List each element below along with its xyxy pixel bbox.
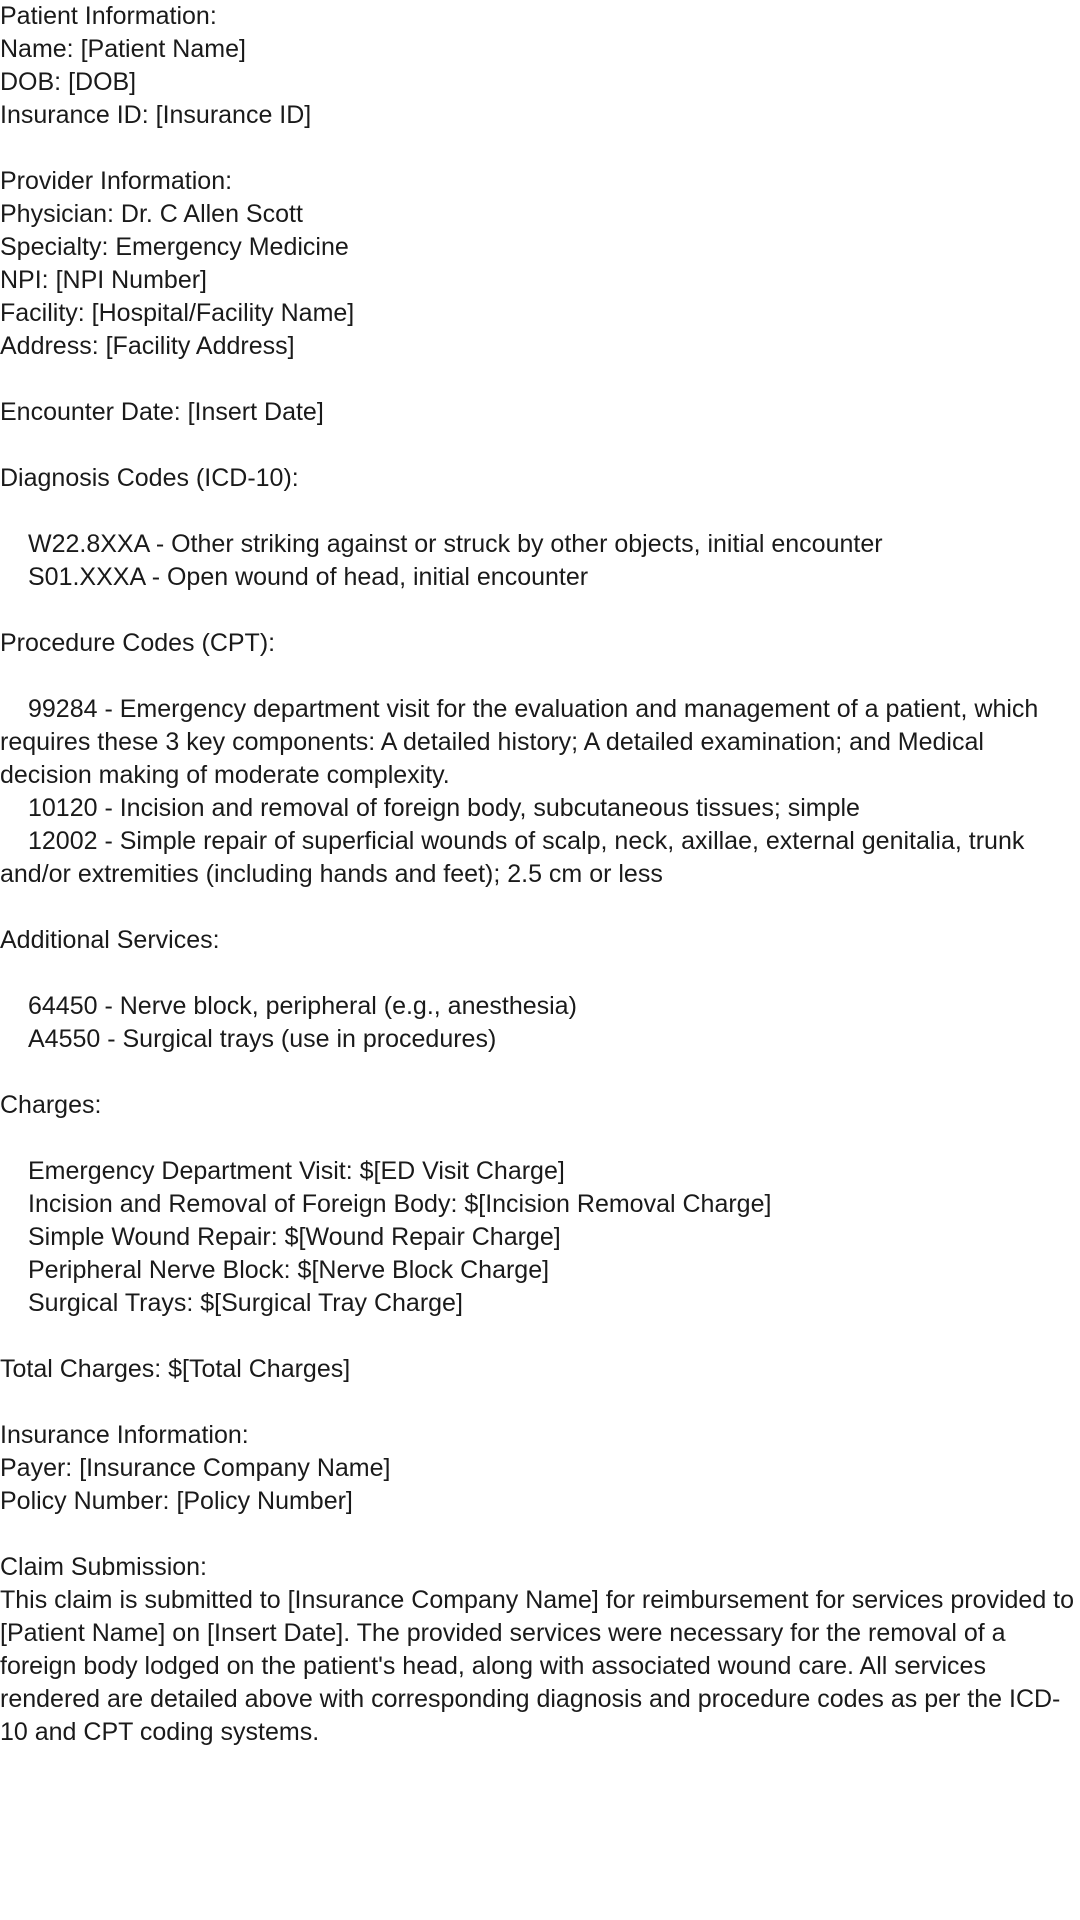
patient-name: Name: [Patient Name]: [0, 35, 246, 63]
provider-address: Address: [Facility Address]: [0, 332, 295, 360]
provider-section: Provider Information: Physician: Dr. C A…: [0, 165, 1080, 363]
additional-heading: Additional Services:: [0, 926, 220, 954]
insurance-section: Insurance Information: Payer: [Insurance…: [0, 1419, 1080, 1518]
insurance-policy: Policy Number: [Policy Number]: [0, 1487, 353, 1515]
claim-section: Claim Submission: This claim is submitte…: [0, 1551, 1080, 1749]
encounter-date: Encounter Date: [Insert Date]: [0, 398, 324, 426]
patient-insurance-id: Insurance ID: [Insurance ID]: [0, 101, 312, 129]
additional-item: A4550 - Surgical trays (use in procedure…: [28, 1025, 497, 1053]
diagnosis-section: Diagnosis Codes (ICD-10): W22.8XXA - Oth…: [0, 462, 1080, 594]
claim-document: Patient Information: Name: [Patient Name…: [0, 0, 1080, 1749]
patient-dob: DOB: [DOB]: [0, 68, 137, 96]
charge-item: Peripheral Nerve Block: $[Nerve Block Ch…: [28, 1256, 550, 1284]
diagnosis-heading: Diagnosis Codes (ICD-10):: [0, 464, 299, 492]
charges-section: Charges: Emergency Department Visit: $[E…: [0, 1089, 1080, 1320]
diagnosis-item: W22.8XXA - Other striking against or str…: [28, 530, 883, 558]
insurance-payer: Payer: [Insurance Company Name]: [0, 1454, 391, 1482]
charge-item: Emergency Department Visit: $[ED Visit C…: [28, 1157, 565, 1185]
provider-heading: Provider Information:: [0, 167, 233, 195]
procedure-heading: Procedure Codes (CPT):: [0, 629, 276, 657]
patient-section: Patient Information: Name: [Patient Name…: [0, 0, 1080, 132]
provider-specialty: Specialty: Emergency Medicine: [0, 233, 349, 261]
charge-item: Simple Wound Repair: $[Wound Repair Char…: [28, 1223, 561, 1251]
total-charges: Total Charges: $[Total Charges]: [0, 1355, 351, 1383]
provider-facility: Facility: [Hospital/Facility Name]: [0, 299, 355, 327]
charge-item: Surgical Trays: $[Surgical Tray Charge]: [28, 1289, 463, 1317]
diagnosis-item: S01.XXXA - Open wound of head, initial e…: [28, 563, 589, 591]
claim-body: This claim is submitted to [Insurance Co…: [0, 1586, 1075, 1746]
provider-npi: NPI: [NPI Number]: [0, 266, 207, 294]
provider-physician: Physician: Dr. C Allen Scott: [0, 200, 303, 228]
charges-heading: Charges:: [0, 1091, 102, 1119]
procedure-item: 12002 - Simple repair of superficial wou…: [0, 827, 1032, 888]
additional-item: 64450 - Nerve block, peripheral (e.g., a…: [28, 992, 577, 1020]
procedure-section: Procedure Codes (CPT): 99284 - Emergency…: [0, 627, 1080, 891]
patient-heading: Patient Information:: [0, 2, 217, 30]
procedure-item: 10120 - Incision and removal of foreign …: [28, 794, 860, 822]
procedure-item: 99284 - Emergency department visit for t…: [0, 695, 1046, 789]
charge-item: Incision and Removal of Foreign Body: $[…: [28, 1190, 772, 1218]
insurance-heading: Insurance Information:: [0, 1421, 249, 1449]
claim-heading: Claim Submission:: [0, 1553, 208, 1581]
additional-services-section: Additional Services: 64450 - Nerve block…: [0, 924, 1080, 1056]
